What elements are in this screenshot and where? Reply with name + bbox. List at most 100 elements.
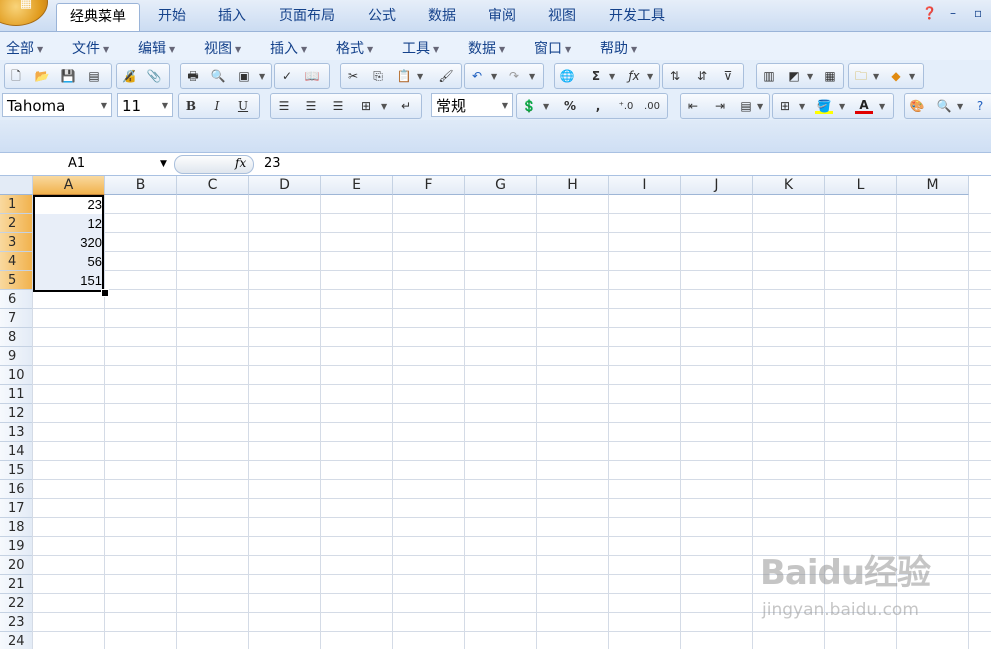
gridlines-icon[interactable]: ▦ xyxy=(821,68,839,85)
decrease-indent-icon[interactable]: ⇤ xyxy=(684,98,702,115)
comma-style-icon[interactable]: , xyxy=(589,98,607,115)
percent-icon[interactable]: % xyxy=(561,98,579,115)
tab-insert[interactable]: 插入 xyxy=(208,3,256,29)
fill-handle[interactable] xyxy=(101,289,109,297)
menu-view[interactable]: 视图 ▼ xyxy=(204,38,241,58)
column-header-j[interactable]: J xyxy=(681,176,753,195)
row-header-14[interactable]: 14 xyxy=(0,442,33,461)
menu-file[interactable]: 文件 ▼ xyxy=(72,38,109,58)
tab-view[interactable]: 视图 xyxy=(538,3,586,29)
format-painter-icon[interactable]: 🖌 xyxy=(437,68,455,85)
menu-help[interactable]: 帮助 ▼ xyxy=(600,38,637,58)
chevron-down-icon[interactable]: ▼ xyxy=(757,102,764,111)
fill-color-icon[interactable]: 🪣 xyxy=(815,98,833,114)
permission-icon[interactable]: 🔏 xyxy=(120,68,138,85)
hyperlink-icon[interactable]: 🌐 xyxy=(558,68,576,85)
filter-icon[interactable]: ⊽ xyxy=(719,68,737,85)
menu-all[interactable]: 全部 ▼ xyxy=(6,38,43,58)
wrap-text-icon[interactable]: ↵ xyxy=(397,98,415,115)
row-header-5[interactable]: 5 xyxy=(0,271,33,290)
page-setup-icon[interactable]: ▣ xyxy=(235,68,253,85)
sort-ascending-icon[interactable]: ⇅ xyxy=(666,68,684,85)
tab-review[interactable]: 审阅 xyxy=(478,3,526,29)
column-header-f[interactable]: F xyxy=(393,176,465,195)
attachment-icon[interactable]: 📎 xyxy=(145,68,163,85)
decrease-decimal-icon[interactable]: .00 xyxy=(643,98,661,115)
menu-tools[interactable]: 工具 ▼ xyxy=(402,38,439,58)
print-preview-icon[interactable]: 🔍 xyxy=(209,68,227,85)
chevron-down-icon[interactable]: ▼ xyxy=(491,72,498,81)
row-header-8[interactable]: 8 xyxy=(0,328,33,347)
align-right-icon[interactable]: ☰ xyxy=(329,98,347,115)
tab-developer[interactable]: 开发工具 xyxy=(598,3,676,29)
row-header-20[interactable]: 20 xyxy=(0,556,33,575)
borders-icon[interactable]: ⊞ xyxy=(776,98,794,115)
paste-icon[interactable]: 📋 xyxy=(395,68,413,85)
function-icon[interactable]: ƒx xyxy=(625,68,643,85)
chevron-down-icon[interactable]: ▼ xyxy=(839,102,846,111)
chevron-down-icon[interactable]: ▼ xyxy=(259,72,266,81)
font-name-select[interactable]: Tahoma ▼ xyxy=(2,93,112,117)
row-header-3[interactable]: 3 xyxy=(0,233,33,252)
minimize-icon[interactable]: – xyxy=(950,6,956,20)
row-header-22[interactable]: 22 xyxy=(0,594,33,613)
folder-icon[interactable]: 🗀 xyxy=(852,68,870,85)
bold-icon[interactable]: B xyxy=(182,98,200,115)
chevron-down-icon[interactable]: ▼ xyxy=(381,102,388,111)
tab-data[interactable]: 数据 xyxy=(418,3,466,29)
help-icon[interactable]: ❓ xyxy=(922,6,937,20)
row-header-18[interactable]: 18 xyxy=(0,518,33,537)
function-wizard-button[interactable]: fx xyxy=(174,155,254,174)
column-header-g[interactable]: G xyxy=(465,176,537,195)
chevron-down-icon[interactable]: ▼ xyxy=(543,102,550,111)
italic-icon[interactable]: I xyxy=(208,98,226,115)
increase-decimal-icon[interactable]: ⁺.0 xyxy=(617,98,635,115)
tab-classic-menu[interactable]: 经典菜单 xyxy=(56,3,140,31)
zoom-icon[interactable]: 🔍 xyxy=(935,98,953,115)
currency-icon[interactable]: 💲 xyxy=(520,98,538,115)
column-header-b[interactable]: B xyxy=(105,176,177,195)
row-header-19[interactable]: 19 xyxy=(0,537,33,556)
copy-icon[interactable]: ⎘ xyxy=(369,68,387,85)
chevron-down-icon[interactable]: ▼ xyxy=(879,102,886,111)
chevron-down-icon[interactable]: ▼ xyxy=(160,153,167,175)
column-header-d[interactable]: D xyxy=(249,176,321,195)
help-icon[interactable]: ? xyxy=(971,98,989,115)
shapes-icon[interactable]: ◩ xyxy=(785,68,803,85)
chevron-down-icon[interactable]: ▼ xyxy=(873,72,880,81)
underline-icon[interactable]: U xyxy=(234,98,252,115)
autosum-icon[interactable]: Σ xyxy=(587,68,605,85)
row-header-23[interactable]: 23 xyxy=(0,613,33,632)
row-header-9[interactable]: 9 xyxy=(0,347,33,366)
column-header-c[interactable]: C xyxy=(177,176,249,195)
chevron-down-icon[interactable]: ▼ xyxy=(417,72,424,81)
select-all-corner[interactable] xyxy=(0,176,33,195)
column-header-l[interactable]: L xyxy=(825,176,897,195)
row-header-6[interactable]: 6 xyxy=(0,290,33,309)
row-header-2[interactable]: 2 xyxy=(0,214,33,233)
open-folder-icon[interactable]: 📂 xyxy=(33,68,51,85)
row-header-17[interactable]: 17 xyxy=(0,499,33,518)
save-icon[interactable]: 💾 xyxy=(59,68,77,85)
row-header-24[interactable]: 24 xyxy=(0,632,33,649)
chart-icon[interactable]: ▥ xyxy=(760,68,778,85)
name-box[interactable]: A1 ▼ xyxy=(0,153,172,175)
increase-indent-icon[interactable]: ⇥ xyxy=(711,98,729,115)
menu-data[interactable]: 数据 ▼ xyxy=(468,38,505,58)
menu-format[interactable]: 格式 ▼ xyxy=(336,38,373,58)
restore-icon[interactable]: ▫ xyxy=(974,6,982,20)
merge-center-icon[interactable]: ⊞ xyxy=(357,98,375,115)
export-icon[interactable]: ▤ xyxy=(85,68,103,85)
font-color-icon[interactable]: A xyxy=(855,98,873,114)
chevron-down-icon[interactable]: ▼ xyxy=(807,72,814,81)
align-left-icon[interactable]: ☰ xyxy=(275,98,293,115)
chevron-down-icon[interactable]: ▼ xyxy=(957,102,964,111)
menu-edit[interactable]: 编辑 ▼ xyxy=(138,38,175,58)
column-header-h[interactable]: H xyxy=(537,176,609,195)
menu-insert[interactable]: 插入 ▼ xyxy=(270,38,307,58)
row-header-21[interactable]: 21 xyxy=(0,575,33,594)
row-header-7[interactable]: 7 xyxy=(0,309,33,328)
chevron-down-icon[interactable]: ▼ xyxy=(609,72,616,81)
tab-formulas[interactable]: 公式 xyxy=(358,3,406,29)
row-header-16[interactable]: 16 xyxy=(0,480,33,499)
